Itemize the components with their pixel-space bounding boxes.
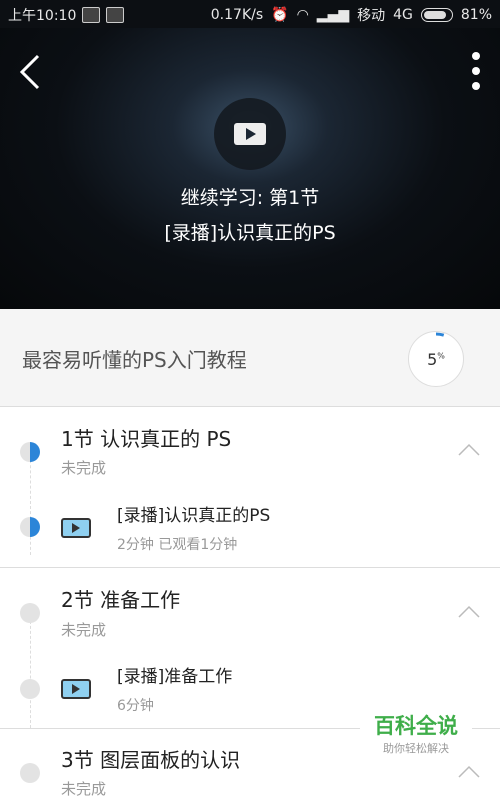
- watermark-brand: 百科全说: [374, 714, 458, 738]
- notification-icon: [82, 7, 101, 23]
- timeline-line: [30, 616, 31, 728]
- section-1: 1节 认识真正的 PS 未完成 [录播]认识真正的PS 2分钟 已观看1分钟: [0, 407, 500, 567]
- timeline-line: [30, 455, 31, 555]
- status-bar: 上午10:10 0.17K/s ⏰ ◠ ▂▄▆ 移动 4G 81%: [0, 0, 500, 28]
- video-lesson-icon: [61, 679, 91, 699]
- chevron-up-icon[interactable]: [458, 601, 480, 623]
- current-lesson-name: [录播]认识真正的PS: [164, 222, 336, 244]
- chevron-up-icon[interactable]: [458, 439, 480, 461]
- more-dot-icon: [472, 67, 480, 75]
- section-progress-dot: [20, 763, 40, 783]
- watermark-slogan: 助你轻松解决: [383, 742, 449, 755]
- network-type: 4G: [393, 7, 413, 23]
- section-2: 2节 准备工作 未完成 [录播]准备工作 6分钟: [0, 568, 500, 728]
- network-speed: 0.17K/s: [210, 7, 264, 23]
- section-progress-dot: [20, 603, 40, 623]
- progress-value: 5%: [427, 349, 445, 369]
- watermark-logo: 百科全说 助你轻松解决: [360, 712, 472, 766]
- section-title[interactable]: 3节 图层面板的认识: [61, 744, 240, 773]
- battery-level: 81%: [460, 7, 492, 23]
- signal-icon: ▂▄▆: [316, 7, 350, 23]
- chevron-left-icon: [19, 54, 40, 90]
- lesson-title[interactable]: [录播]准备工作: [117, 662, 232, 687]
- back-button[interactable]: [16, 52, 44, 92]
- alarm-icon: ⏰: [271, 7, 289, 23]
- notification-icon: [106, 7, 125, 23]
- wifi-icon: ◠: [296, 7, 309, 23]
- more-dot-icon: [472, 52, 480, 60]
- course-header: 最容易听懂的PS入门教程 5%: [0, 309, 500, 407]
- section-status: 未完成: [61, 780, 107, 798]
- play-button[interactable]: [214, 98, 286, 170]
- carrier: 移动: [357, 8, 386, 24]
- video-hero[interactable]: 继续学习: 第1节 [录播]认识真正的PS: [0, 28, 500, 309]
- battery-icon: [420, 8, 453, 22]
- lesson-meta: 2分钟 已观看1分钟: [117, 537, 238, 553]
- section-title[interactable]: 1节 认识真正的 PS: [61, 423, 231, 452]
- video-lesson-icon: [61, 518, 91, 538]
- lesson-progress-dot: [20, 517, 40, 537]
- progress-ring: 5%: [408, 331, 464, 387]
- section-status: 未完成: [61, 621, 107, 639]
- play-icon: [234, 123, 266, 145]
- section-progress-dot: [20, 442, 40, 462]
- more-options-button[interactable]: [466, 48, 486, 94]
- lesson-title[interactable]: [录播]认识真正的PS: [117, 501, 270, 526]
- section-status: 未完成: [61, 459, 107, 477]
- course-title: 最容易听懂的PS入门教程: [22, 348, 247, 372]
- section-title[interactable]: 2节 准备工作: [61, 584, 180, 613]
- lesson-progress-dot: [20, 679, 40, 699]
- lesson-meta: 6分钟: [117, 698, 154, 714]
- more-dot-icon: [472, 82, 480, 90]
- continue-label: 继续学习: 第1节: [180, 187, 320, 209]
- status-time: 上午10:10: [8, 8, 77, 24]
